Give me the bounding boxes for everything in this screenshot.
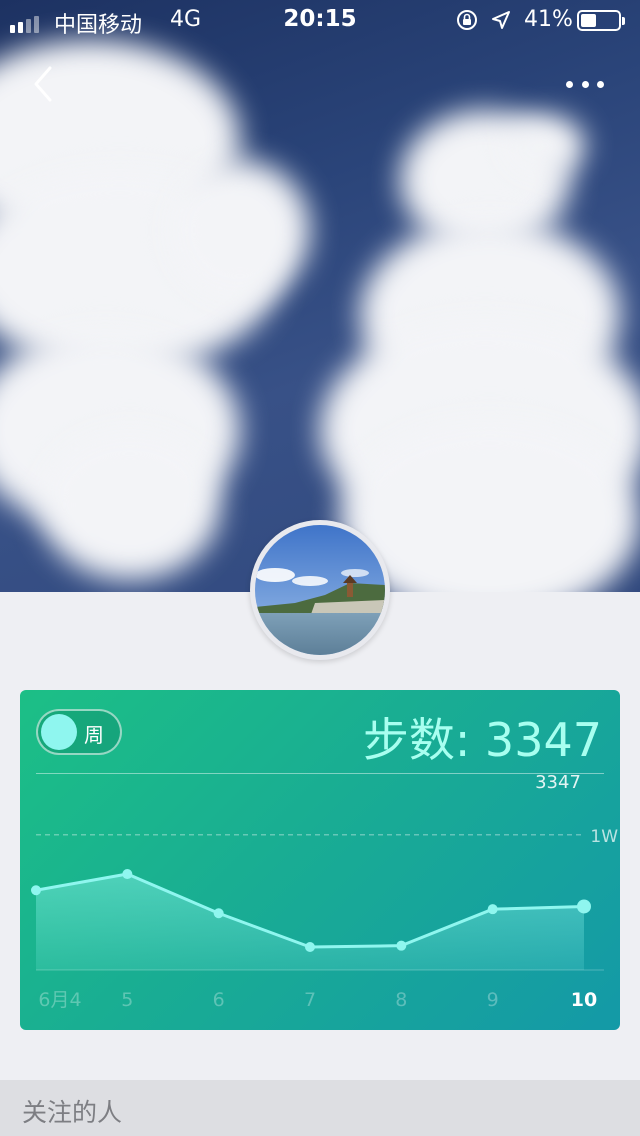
toggle-label: 周 [84, 723, 104, 747]
location-arrow-icon [492, 11, 510, 29]
avatar-image [255, 525, 385, 655]
period-toggle[interactable]: 周 [36, 709, 122, 755]
status-bar: 中国移动 4G 20:15 41% [0, 0, 640, 40]
more-button[interactable] [560, 70, 610, 98]
data-point-3 [305, 942, 315, 953]
toggle-knob [41, 714, 77, 750]
x-tick-label-5: 9 [487, 989, 499, 1011]
steps-chart: 1W 3347 6月4 5 6 7 8 9 10 [31, 774, 618, 1011]
rotation-lock-icon [457, 10, 477, 30]
x-tick-label-0: 6月4 [38, 989, 81, 1011]
x-tick-label-3: 7 [304, 989, 316, 1011]
data-point-5 [487, 904, 498, 915]
data-point-0 [31, 885, 41, 896]
data-point-6 [577, 899, 591, 914]
chevron-left-icon [34, 66, 52, 102]
data-point-4 [396, 940, 407, 951]
highlight-value-label: 3347 [535, 774, 581, 793]
back-button[interactable] [24, 62, 64, 106]
series-area [36, 874, 584, 970]
x-tick-label-4: 8 [395, 989, 407, 1011]
battery-tip [622, 17, 625, 25]
battery-percent: 41% [524, 7, 573, 32]
more-dots-icon [566, 80, 573, 88]
data-point-1 [122, 869, 133, 880]
battery-icon [577, 10, 621, 31]
x-tick-label-6: 10 [571, 989, 597, 1011]
follow-title: 关注的人 [22, 1098, 123, 1127]
reference-label: 1W [590, 827, 618, 847]
cover-photo [0, 0, 640, 592]
data-point-2 [213, 908, 224, 919]
avatar[interactable] [250, 520, 390, 660]
follow-section: 关注的人 [0, 1080, 640, 1136]
step-card: 周 步数: 3347 1W 3347 6月4 5 6 7 8 9 10 [20, 690, 620, 1030]
steps-total: 步数: 3347 [362, 713, 602, 767]
x-tick-label-2: 6 [213, 989, 225, 1011]
x-tick-label-1: 5 [121, 989, 133, 1011]
